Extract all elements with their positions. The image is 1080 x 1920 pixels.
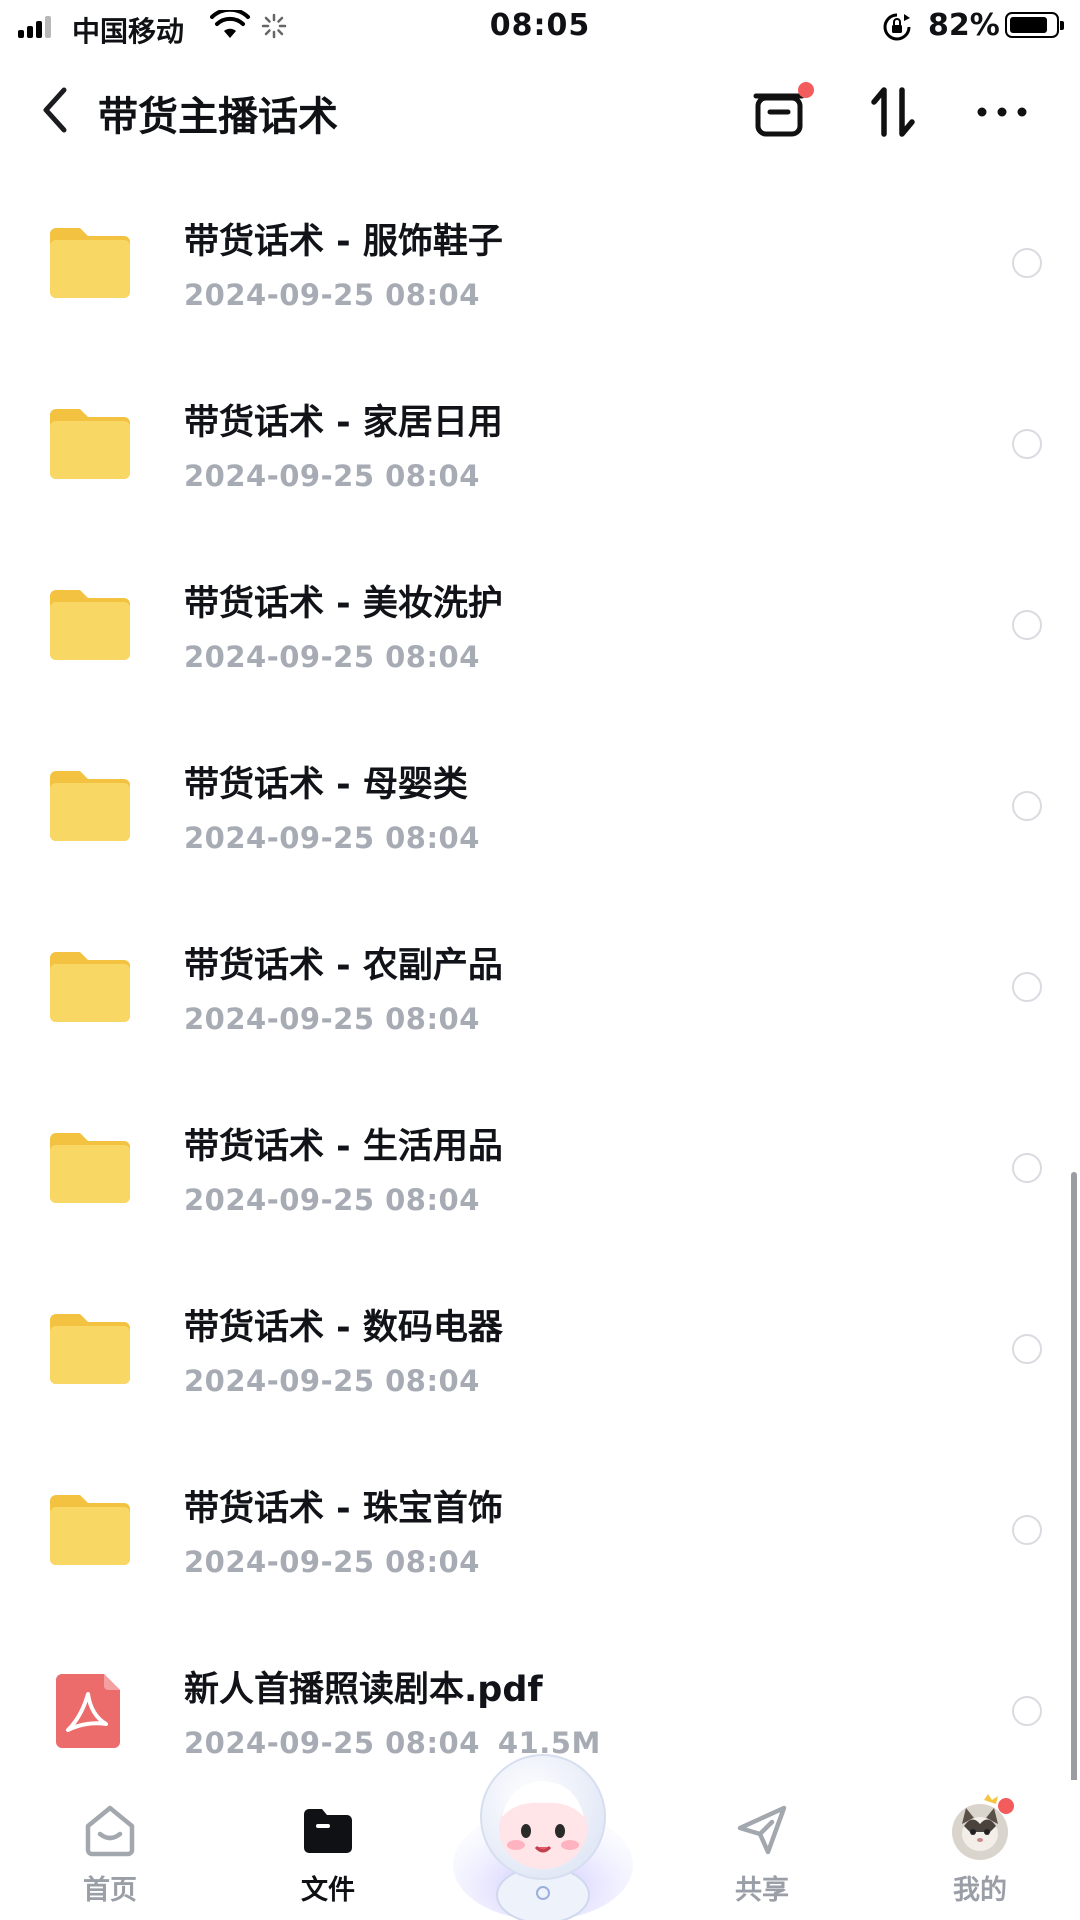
folder-icon bbox=[48, 226, 132, 300]
tab-home[interactable]: 首页 bbox=[40, 1780, 180, 1920]
tab-files-label: 文件 bbox=[301, 1875, 355, 1906]
folder-icon bbox=[48, 769, 132, 843]
transfer-box-button[interactable] bbox=[748, 80, 814, 144]
file-meta: 2024-09-25 08:04 bbox=[184, 459, 498, 493]
select-radio[interactable] bbox=[1012, 972, 1042, 1002]
folder-icon bbox=[48, 407, 132, 481]
scrollbar[interactable] bbox=[1071, 1172, 1077, 1792]
folder-icon bbox=[48, 1131, 132, 1205]
file-name: 带货话术 - 珠宝首饰 bbox=[184, 1489, 503, 1529]
select-radio[interactable] bbox=[1012, 248, 1042, 278]
folder-row[interactable]: 带货话术 - 珠宝首饰 2024-09-25 08:04 bbox=[0, 1427, 1080, 1608]
file-date: 2024-09-25 08:04 bbox=[184, 1545, 480, 1579]
file-meta: 2024-09-25 08:04 bbox=[184, 640, 498, 674]
file-name: 带货话术 - 农副产品 bbox=[184, 946, 503, 986]
file-meta: 2024-09-25 08:04 bbox=[184, 821, 498, 855]
file-meta: 2024-09-25 08:04 bbox=[184, 1545, 498, 1579]
tab-share-label: 共享 bbox=[735, 1875, 789, 1906]
select-radio[interactable] bbox=[1012, 1334, 1042, 1364]
tab-profile-label: 我的 bbox=[953, 1875, 1007, 1906]
select-radio[interactable] bbox=[1012, 610, 1042, 640]
file-name: 新人首播照读剧本.pdf bbox=[184, 1670, 543, 1710]
file-name: 带货话术 - 母婴类 bbox=[184, 765, 468, 805]
file-meta: 2024-09-25 08:04 bbox=[184, 1183, 498, 1217]
file-meta: 2024-09-25 08:04 bbox=[184, 278, 498, 312]
share-icon bbox=[737, 1805, 787, 1855]
folder-icon bbox=[48, 1493, 132, 1567]
file-meta: 2024-09-25 08:04 bbox=[184, 1364, 498, 1398]
file-date: 2024-09-25 08:04 bbox=[184, 278, 480, 312]
header: 带货主播话术 bbox=[0, 60, 1080, 160]
file-date: 2024-09-25 08:04 bbox=[184, 1183, 480, 1217]
status-time: 08:05 bbox=[489, 8, 591, 43]
battery-percent: 82% bbox=[928, 8, 1000, 43]
folder-row[interactable]: 带货话术 - 美妆洗护 2024-09-25 08:04 bbox=[0, 522, 1080, 703]
folder-icon bbox=[48, 1312, 132, 1386]
file-date: 2024-09-25 08:04 bbox=[184, 640, 480, 674]
folder-row[interactable]: 带货话术 - 农副产品 2024-09-25 08:04 bbox=[0, 884, 1080, 1065]
file-name: 带货话术 - 生活用品 bbox=[184, 1127, 503, 1167]
file-date: 2024-09-25 08:04 bbox=[184, 1726, 480, 1760]
notification-dot bbox=[798, 82, 814, 98]
file-name: 带货话术 - 服饰鞋子 bbox=[184, 222, 503, 262]
folder-row[interactable]: 带货话术 - 数码电器 2024-09-25 08:04 bbox=[0, 1246, 1080, 1427]
tab-home-label: 首页 bbox=[83, 1875, 137, 1906]
battery-fill bbox=[1010, 17, 1047, 33]
back-icon[interactable] bbox=[36, 78, 76, 142]
page-title: 带货主播话术 bbox=[98, 94, 338, 140]
home-icon bbox=[85, 1805, 135, 1857]
folder-row[interactable]: 带货话术 - 服饰鞋子 2024-09-25 08:04 bbox=[0, 160, 1080, 341]
file-name: 带货话术 - 美妆洗护 bbox=[184, 584, 503, 624]
folder-icon bbox=[48, 950, 132, 1024]
tab-files[interactable]: 文件 bbox=[258, 1780, 398, 1920]
sort-icon[interactable] bbox=[862, 80, 926, 144]
folder-row[interactable]: 带货话术 - 母婴类 2024-09-25 08:04 bbox=[0, 703, 1080, 884]
file-date: 2024-09-25 08:04 bbox=[184, 1002, 480, 1036]
rotation-lock-icon bbox=[883, 13, 911, 41]
file-meta: 2024-09-25 08:04 bbox=[184, 1002, 498, 1036]
select-radio[interactable] bbox=[1012, 791, 1042, 821]
tab-profile[interactable]: 我的 bbox=[910, 1780, 1050, 1920]
select-radio[interactable] bbox=[1012, 1515, 1042, 1545]
file-date: 2024-09-25 08:04 bbox=[184, 459, 480, 493]
file-name: 带货话术 - 数码电器 bbox=[184, 1308, 503, 1348]
folder-icon bbox=[48, 588, 132, 662]
file-name: 带货话术 - 家居日用 bbox=[184, 403, 503, 443]
select-radio[interactable] bbox=[1012, 1696, 1042, 1726]
status-bar: 中国移动 08:05 82% bbox=[0, 0, 1080, 54]
avatar-icon bbox=[952, 1794, 1014, 1860]
mascot-icon[interactable] bbox=[450, 1745, 636, 1920]
select-radio[interactable] bbox=[1012, 1153, 1042, 1183]
pdf-file-icon bbox=[48, 1674, 132, 1748]
select-radio[interactable] bbox=[1012, 429, 1042, 459]
battery-icon bbox=[1005, 12, 1064, 38]
file-date: 2024-09-25 08:04 bbox=[184, 821, 480, 855]
file-date: 2024-09-25 08:04 bbox=[184, 1364, 480, 1398]
file-list: 带货话术 - 服饰鞋子 2024-09-25 08:04 带货话术 - 家居日用 20… bbox=[0, 160, 1080, 1789]
folder-row[interactable]: 带货话术 - 生活用品 2024-09-25 08:04 bbox=[0, 1065, 1080, 1246]
more-icon[interactable] bbox=[970, 80, 1034, 144]
folder-icon bbox=[304, 1809, 352, 1853]
folder-row[interactable]: 带货话术 - 家居日用 2024-09-25 08:04 bbox=[0, 341, 1080, 522]
tab-share[interactable]: 共享 bbox=[692, 1780, 832, 1920]
